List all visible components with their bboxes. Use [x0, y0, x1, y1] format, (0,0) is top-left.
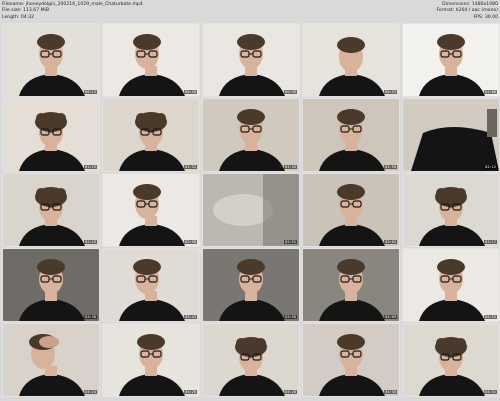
video-thumbnail: 04:30: [303, 324, 399, 396]
video-thumbnail: 02:25: [3, 174, 99, 246]
thumbnail-frame-image: [103, 24, 199, 96]
thumbnail-timestamp: 03:30: [84, 315, 97, 319]
video-thumbnail: 04:09: [303, 249, 399, 321]
thumbnail-timestamp: 03:43: [184, 315, 197, 319]
thumbnail-timestamp: 03:17: [484, 240, 497, 244]
thumbnail-frame-image: [303, 174, 399, 246]
thumbnail-frame-image: [103, 99, 199, 171]
video-thumbnail: 04:31: [403, 324, 499, 396]
thumbnail-frame-image: [403, 99, 499, 171]
thumbnail-frame-image: [403, 24, 499, 96]
thumbnail-timestamp: 00:53: [384, 90, 397, 94]
video-thumbnail: 01:06: [403, 24, 499, 96]
video-thumbnail: 03:43: [103, 249, 199, 321]
video-thumbnail: 02:38: [103, 174, 199, 246]
thumbnail-frame-image: [403, 324, 499, 396]
video-thumbnail: 04:26: [103, 324, 199, 396]
thumbnail-timestamp: 00:39: [284, 90, 297, 94]
thumbnail-timestamp: 01:58: [384, 165, 397, 169]
thumbnail-frame-image: [103, 174, 199, 246]
thumbnail-frame-image: [3, 24, 99, 96]
video-thumbnail: 01:58: [303, 99, 399, 171]
thumbnail-frame-image: [403, 249, 499, 321]
video-thumbnail: 04:22: [403, 249, 499, 321]
video-thumbnail: 00:53: [303, 24, 399, 96]
thumbnail-frame-image: [203, 249, 299, 321]
length-text: Length: 04:32: [2, 14, 35, 20]
thumbnail-frame-image: [403, 174, 499, 246]
thumbnail-timestamp: 02:51: [284, 240, 297, 244]
thumbnail-frame-image: [303, 99, 399, 171]
thumbnail-frame-image: [3, 249, 99, 321]
video-thumbnail: 02:12: [403, 99, 499, 171]
fps-text: FPS: 30.00: [473, 14, 499, 20]
thumbnail-timestamp: 00:13: [84, 90, 97, 94]
thumbnail-frame-image: [3, 99, 99, 171]
format-text: Format: h264 / aac (mono): [436, 8, 498, 14]
thumbnail-frame-image: [3, 324, 99, 396]
thumbnail-frame-image: [103, 249, 199, 321]
thumbnail-grid: 00:13 00:26 00:39 00:53 01:06 01:19 01:32 01:45…: [0, 24, 500, 400]
thumbnail-frame-image: [3, 174, 99, 246]
info-right: Dimensions: 1480x1080 Format: h264 / aac…: [436, 2, 498, 21]
video-thumbnail: 01:19: [3, 99, 99, 171]
thumbnail-timestamp: 02:38: [184, 240, 197, 244]
thumbnail-timestamp: 04:24: [84, 390, 97, 394]
video-thumbnail: 03:17: [403, 174, 499, 246]
info-left: Filename: jhoneydolgin_200216_1029_male_…: [2, 2, 143, 21]
video-thumbnail: 00:26: [103, 24, 199, 96]
video-thumbnail: 04:28: [203, 324, 299, 396]
thumbnail-timestamp: 01:45: [284, 165, 297, 169]
contact-sheet: Filename: jhoneydolgin_200216_1029_male_…: [0, 0, 500, 401]
thumbnail-timestamp: 02:12: [484, 165, 497, 169]
thumbnail-timestamp: 04:22: [484, 315, 497, 319]
video-thumbnail: 04:24: [3, 324, 99, 396]
thumbnail-timestamp: 03:04: [384, 240, 397, 244]
thumbnail-timestamp: 02:25: [84, 240, 97, 244]
video-thumbnail: 00:13: [3, 24, 99, 96]
thumbnail-timestamp: 01:06: [484, 90, 497, 94]
thumbnail-frame-image: [303, 24, 399, 96]
thumbnail-timestamp: 04:28: [284, 390, 297, 394]
thumbnail-frame-image: [303, 324, 399, 396]
video-info-header: Filename: jhoneydolgin_200216_1029_male_…: [0, 0, 500, 22]
thumbnail-frame-image: [203, 99, 299, 171]
thumbnail-frame-image: [203, 174, 299, 246]
thumbnail-timestamp: 00:26: [184, 90, 197, 94]
thumbnail-timestamp: 04:26: [184, 390, 197, 394]
video-thumbnail: 02:51: [203, 174, 299, 246]
video-thumbnail: 01:45: [203, 99, 299, 171]
thumbnail-timestamp: 03:56: [284, 315, 297, 319]
thumbnail-frame-image: [203, 24, 299, 96]
video-thumbnail: 01:32: [103, 99, 199, 171]
thumbnail-frame-image: [303, 249, 399, 321]
thumbnail-timestamp: 01:32: [184, 165, 197, 169]
video-thumbnail: 03:30: [3, 249, 99, 321]
thumbnail-timestamp: 01:19: [84, 165, 97, 169]
video-thumbnail: 00:39: [203, 24, 299, 96]
thumbnail-frame-image: [103, 324, 199, 396]
thumbnail-timestamp: 04:30: [384, 390, 397, 394]
video-thumbnail: 03:56: [203, 249, 299, 321]
video-thumbnail: 03:04: [303, 174, 399, 246]
thumbnail-timestamp: 04:09: [384, 315, 397, 319]
thumbnail-timestamp: 04:31: [484, 390, 497, 394]
thumbnail-frame-image: [203, 324, 299, 396]
